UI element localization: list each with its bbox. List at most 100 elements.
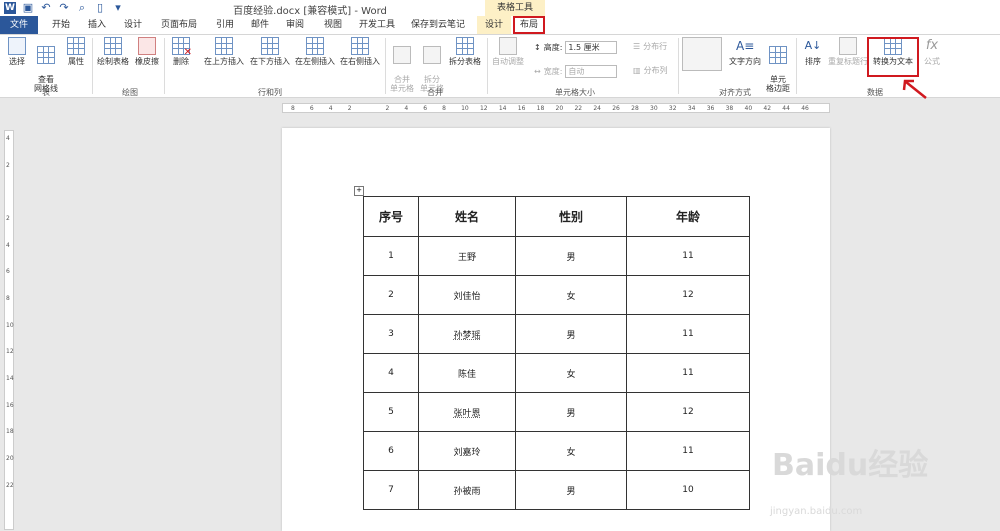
baidu-watermark: Baidu经验 (772, 448, 929, 483)
table-cell[interactable]: 陈佳 (418, 353, 516, 393)
horizontal-ruler[interactable]: 8 6 4 2 2 4 6 8 10 12 14 16 18 20 22 24 26 28 30 32 34 36 38 40… (282, 103, 830, 113)
properties-button[interactable]: 属性 (63, 37, 89, 66)
ruler-tick-label: 16 (517, 105, 526, 112)
tab-page-layout[interactable]: 页面布局 (156, 16, 202, 34)
ruler-tick-label: 12 (6, 348, 14, 356)
ruler-tick-label: 22 (6, 481, 14, 489)
distribute-cols-icon: ▥ (633, 66, 641, 75)
table-cell[interactable]: 4 (363, 353, 419, 393)
table-cell[interactable]: 11 (626, 431, 750, 471)
text-direction-button[interactable]: A≡ 文字方向 (726, 37, 764, 66)
table-move-handle-icon[interactable]: + (354, 186, 364, 196)
cell-height-input[interactable]: 1.5 厘米 (565, 41, 618, 54)
view-gridlines-button[interactable]: 查看 网格线 (32, 37, 60, 93)
tab-design[interactable]: 设计 (118, 16, 148, 34)
table-cell[interactable]: 11 (626, 314, 750, 354)
table-cell[interactable]: 男 (515, 236, 627, 276)
table-cell[interactable]: 孙被雨 (418, 470, 516, 510)
table-header-cell[interactable]: 年龄 (626, 196, 750, 237)
table-tools-label: 表格工具 (485, 0, 545, 16)
insert-below-button[interactable]: 在下方插入 (248, 37, 292, 66)
cell-width-input[interactable]: 自动 (565, 65, 618, 78)
table-cell[interactable]: 3 (363, 314, 419, 354)
table-cell[interactable]: 刘嘉玲 (418, 431, 516, 471)
table-cell[interactable]: 6 (363, 431, 419, 471)
table-header-cell[interactable]: 姓名 (418, 196, 516, 237)
table-cell[interactable]: 王野 (418, 236, 516, 276)
insert-left-button[interactable]: 在左侧插入 (293, 37, 337, 66)
table-cell[interactable]: 刘佳怡 (418, 275, 516, 315)
ruler-tick-label: 2 (347, 105, 352, 112)
delete-button[interactable]: 删除 (168, 37, 194, 66)
table-header-cell[interactable]: 性别 (515, 196, 627, 237)
table-row: 6 刘嘉玲 女 11 (363, 431, 750, 471)
table-cell[interactable]: 男 (515, 314, 627, 354)
tab-developer[interactable]: 开发工具 (356, 16, 398, 34)
table-header-cell[interactable]: 序号 (363, 196, 419, 237)
eraser-button[interactable]: 橡皮擦 (133, 37, 161, 66)
tab-insert[interactable]: 插入 (82, 16, 112, 34)
ruler-tick-label: 10 (6, 321, 14, 329)
ruler-tick-label: 38 (725, 105, 734, 112)
insert-above-icon (215, 37, 233, 55)
table-cell[interactable]: 12 (626, 392, 750, 432)
group-label-data: 数据 (867, 88, 883, 97)
table-cell[interactable]: 10 (626, 470, 750, 510)
split-table-icon (456, 37, 474, 55)
table-cell[interactable]: 女 (515, 275, 627, 315)
table-cell[interactable]: 12 (626, 275, 750, 315)
table-cell[interactable]: 7 (363, 470, 419, 510)
formula-button[interactable]: fx 公式 (920, 37, 944, 66)
document-table[interactable]: 序号 姓名 性别 年龄 1 王野 男 11 2 刘佳怡 女 12 3 孙梦瑶 男… (363, 196, 750, 510)
repeat-header-rows-button[interactable]: 重复标题行 (828, 37, 868, 66)
vertical-ruler[interactable]: 4 2 2 4 6 8 10 12 14 16 18 20 22 (4, 130, 14, 530)
table-row: 7 孙被雨 男 10 (363, 470, 750, 510)
alignment-grid[interactable] (682, 37, 726, 71)
autofit-button[interactable]: 自动调整 (490, 37, 526, 66)
tab-view[interactable]: 视图 (318, 16, 348, 34)
table-cell[interactable]: 张叶恩 (418, 392, 516, 432)
table-cell[interactable]: 女 (515, 431, 627, 471)
split-table-button[interactable]: 拆分表格 (446, 37, 484, 66)
ruler-tick-label: 34 (687, 105, 696, 112)
distribute-cols-button[interactable]: ▥ 分布列 (633, 65, 668, 76)
select-button[interactable]: 选择 (4, 37, 30, 66)
tab-save-cloud-note[interactable]: 保存到云笔记 (408, 16, 468, 34)
ruler-tick-label: 6 (423, 105, 428, 112)
tab-table-design[interactable]: 设计 (477, 16, 511, 34)
tab-home[interactable]: 开始 (44, 16, 78, 34)
properties-icon (67, 37, 85, 55)
tab-table-layout[interactable]: 布局 (513, 16, 545, 34)
tab-references[interactable]: 引用 (210, 16, 240, 34)
insert-right-icon (351, 37, 369, 55)
group-separator (678, 38, 679, 94)
split-cells-button[interactable]: 拆分 单元格 (418, 37, 446, 93)
ruler-tick-label: 2 (385, 105, 390, 112)
merge-cells-button[interactable]: 合并 单元格 (388, 37, 416, 93)
table-cell[interactable]: 男 (515, 392, 627, 432)
table-cell[interactable]: 11 (626, 353, 750, 393)
tab-file[interactable]: 文件 (0, 16, 38, 34)
insert-right-button[interactable]: 在右侧插入 (338, 37, 382, 66)
tab-review[interactable]: 审阅 (280, 16, 310, 34)
tab-mailings[interactable]: 邮件 (245, 16, 275, 34)
table-cell[interactable]: 1 (363, 236, 419, 276)
group-separator (796, 38, 797, 94)
ruler-tick-label: 14 (6, 375, 14, 382)
title-bar: W ▣ ↶ ↷ ⌕ ▯ ▾ 百度经验.docx [兼容模式] - Word 表格… (0, 0, 1000, 17)
distribute-rows-button[interactable]: ☰ 分布行 (633, 41, 667, 52)
ruler-tick-label: 2 (6, 215, 10, 222)
ruler-tick-label: 22 (574, 105, 583, 112)
cell-margins-button[interactable]: 单元 格边距 (764, 37, 792, 93)
table-cell[interactable]: 孙梦瑶 (418, 314, 516, 354)
sort-button[interactable]: A↓ 排序 (800, 37, 826, 66)
insert-above-button[interactable]: 在上方插入 (202, 37, 246, 66)
row-height-icon: ↕ (534, 43, 541, 52)
table-cell[interactable]: 5 (363, 392, 419, 432)
table-cell[interactable]: 女 (515, 353, 627, 393)
table-cell[interactable]: 2 (363, 275, 419, 315)
column-width-icon: ↔ (534, 67, 541, 76)
table-cell[interactable]: 11 (626, 236, 750, 276)
table-cell[interactable]: 男 (515, 470, 627, 510)
draw-table-button[interactable]: 绘制表格 (95, 37, 131, 66)
